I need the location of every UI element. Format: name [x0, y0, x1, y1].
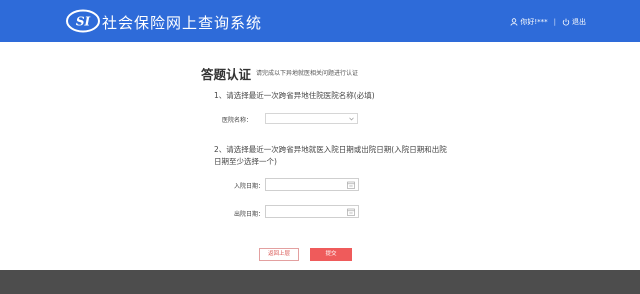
hospital-select[interactable] [265, 113, 358, 124]
footer-bar [0, 270, 640, 294]
admission-date-label: 入院日期： [234, 183, 265, 190]
question-2: 2、请选择最近一次跨省异地就医入院日期或出院日期(入院日期和出院日期至少选择一个… [214, 145, 447, 166]
question-1: 1、请选择最近一次跨省异地住院医院名称(必填) [214, 91, 375, 100]
si-logo-icon: SI [66, 9, 100, 33]
back-button[interactable]: 返回上层 [259, 248, 299, 261]
admission-date-input[interactable] [265, 178, 359, 191]
user-greeting: 你好! [520, 18, 538, 26]
logout-link[interactable]: 退出 [572, 17, 586, 27]
user-area: 你好! *** | 退出 [510, 15, 586, 29]
power-icon[interactable] [562, 18, 570, 26]
page-title: 答题认证 [201, 67, 252, 82]
divider: | [553, 18, 556, 26]
calendar-icon[interactable] [347, 181, 355, 189]
discharge-date-label: 出院日期： [234, 211, 265, 218]
hospital-label: 医院名称： [222, 117, 253, 124]
svg-text:SI: SI [76, 15, 91, 29]
calendar-icon[interactable] [347, 208, 355, 216]
site-title: 社会保险网上查询系统 [102, 14, 263, 32]
header-bar: SI 社会保险网上查询系统 你好! *** | 退出 [0, 0, 640, 42]
page-subtitle: 请完成以下异地就医相关问题进行认证 [256, 70, 359, 77]
user-id: *** [537, 18, 548, 26]
chevron-down-icon [349, 117, 354, 121]
discharge-date-input[interactable] [265, 205, 359, 218]
main-content: 答题认证 请完成以下异地就医相关问题进行认证 1、请选择最近一次跨省异地住院医院… [0, 42, 640, 270]
user-icon [510, 18, 518, 26]
submit-button[interactable]: 提交 [310, 248, 352, 261]
